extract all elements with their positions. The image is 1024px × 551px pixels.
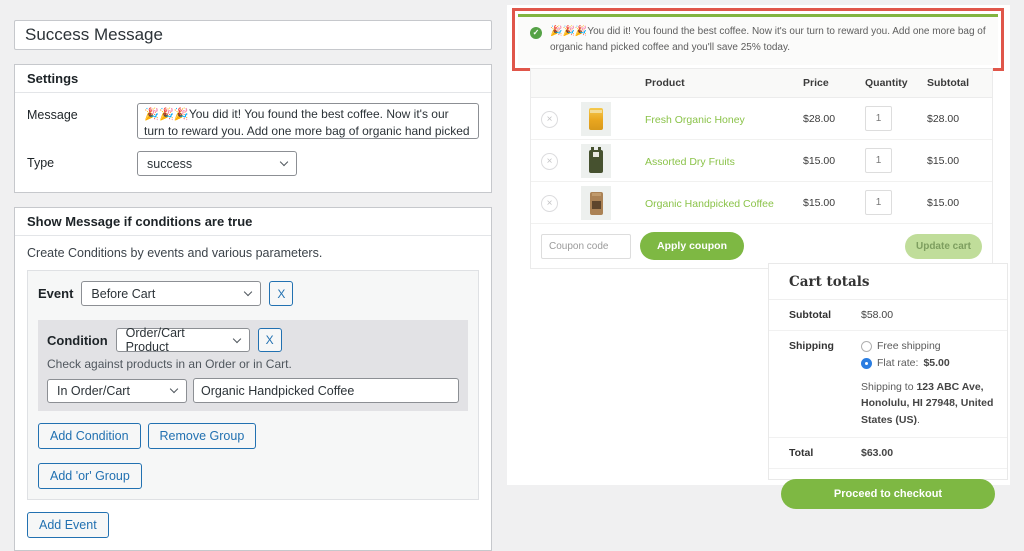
shipping-label: Shipping [789, 340, 861, 428]
type-label: Type [27, 151, 137, 176]
subtotal-row: Subtotal $58.00 [769, 300, 1007, 331]
item-price: $15.00 [777, 155, 855, 167]
message-textarea[interactable]: 🎉🎉🎉You did it! You found the best coffee… [137, 103, 479, 139]
subtotal-value: $58.00 [861, 309, 893, 321]
add-event-button[interactable]: Add Event [27, 512, 109, 538]
type-select[interactable]: success [137, 151, 297, 176]
dry-fruits-bag-image [589, 150, 603, 173]
cart-row-dry-fruits: × Assorted Dry Fruits $15.00 $15.00 [531, 140, 992, 182]
remove-condition-button[interactable]: X [258, 328, 282, 352]
cart-totals-title: Cart totals [769, 264, 1007, 300]
conditions-intro: Create Conditions by events and various … [27, 246, 479, 260]
cart-row-honey: × Fresh Organic Honey $28.00 $28.00 [531, 98, 992, 140]
flat-rate-label: Flat rate: [877, 357, 918, 369]
item-subtotal: $15.00 [919, 197, 992, 209]
product-thumbnail [581, 102, 611, 136]
column-header-quantity: Quantity [855, 69, 919, 97]
coffee-bag-image [590, 192, 603, 215]
shipping-address: Shipping to 123 ABC Ave, Honolulu, HI 27… [861, 379, 1011, 428]
product-thumbnail [581, 186, 611, 220]
product-thumbnail [581, 144, 611, 178]
total-value: $63.00 [861, 447, 893, 459]
remove-event-button[interactable]: X [269, 281, 293, 306]
chevron-down-icon [280, 158, 288, 166]
condition-select-value: Order/Cart Product [126, 326, 222, 354]
event-group: Event Before Cart X Condition Order/Cart… [27, 270, 479, 500]
check-circle-icon: ✓ [530, 27, 542, 39]
proceed-to-checkout-button[interactable]: Proceed to checkout [781, 479, 995, 509]
total-row: Total $63.00 [769, 438, 1007, 469]
remove-item-icon[interactable]: × [541, 195, 558, 212]
success-notice: ✓ 🎉🎉🎉You did it! You found the best coff… [518, 14, 998, 65]
event-select-value: Before Cart [91, 287, 155, 301]
add-condition-button[interactable]: Add Condition [38, 423, 141, 449]
coupon-row: Apply coupon Update cart [531, 224, 992, 268]
operator-select-value: In Order/Cart [57, 384, 130, 398]
settings-panel-header: Settings [15, 65, 491, 93]
free-shipping-option[interactable]: Free shipping [861, 340, 1011, 352]
flat-rate-value: $5.00 [923, 357, 949, 369]
remove-item-icon[interactable]: × [541, 153, 558, 170]
item-price: $15.00 [777, 197, 855, 209]
apply-coupon-button[interactable]: Apply coupon [640, 232, 744, 260]
shipping-to-text: Shipping to [861, 381, 914, 393]
remove-group-button[interactable]: Remove Group [148, 423, 257, 449]
quantity-input[interactable] [865, 190, 892, 215]
success-notice-text: 🎉🎉🎉You did it! You found the best coffee… [550, 24, 986, 56]
update-cart-button[interactable]: Update cart [905, 234, 982, 259]
product-link[interactable]: Fresh Organic Honey [645, 114, 745, 126]
add-or-group-button[interactable]: Add 'or' Group [38, 463, 142, 489]
total-label: Total [789, 447, 861, 459]
event-label: Event [38, 286, 73, 301]
coupon-code-input[interactable] [541, 234, 631, 259]
cart-table-header: Product Price Quantity Subtotal [531, 69, 992, 98]
column-header-product: Product [625, 69, 777, 97]
item-price: $28.00 [777, 113, 855, 125]
condition-help-text: Check against products in an Order or in… [47, 357, 459, 371]
remove-item-icon[interactable]: × [541, 111, 558, 128]
item-subtotal: $15.00 [919, 155, 992, 167]
annotation-highlight-box: ✓ 🎉🎉🎉You did it! You found the best coff… [512, 8, 1004, 71]
condition-label: Condition [47, 333, 108, 348]
event-select[interactable]: Before Cart [81, 281, 261, 306]
condition-select[interactable]: Order/Cart Product [116, 328, 250, 352]
condition-product-input[interactable] [193, 378, 459, 403]
chevron-down-icon [232, 334, 240, 342]
message-title-input[interactable] [14, 20, 492, 50]
cart-totals-panel: Cart totals Subtotal $58.00 Shipping Fre… [768, 263, 1008, 480]
address-period: . [917, 414, 920, 426]
cart-row-coffee: × Organic Handpicked Coffee $15.00 $15.0… [531, 182, 992, 224]
honey-jar-image [589, 108, 603, 130]
quantity-input[interactable] [865, 148, 892, 173]
cart-preview: ✓ 🎉🎉🎉You did it! You found the best coff… [507, 5, 1010, 485]
quantity-input[interactable] [865, 106, 892, 131]
chevron-down-icon [244, 288, 252, 296]
condition-group: Condition Order/Cart Product X Check aga… [38, 320, 468, 411]
settings-panel: Settings Message 🎉🎉🎉You did it! You foun… [14, 64, 492, 193]
message-editor: Settings Message 🎉🎉🎉You did it! You foun… [14, 20, 492, 551]
message-label: Message [27, 103, 137, 139]
subtotal-label: Subtotal [789, 309, 861, 321]
conditions-panel-header: Show Message if conditions are true [15, 208, 491, 236]
cart-table: Product Price Quantity Subtotal × Fresh … [530, 68, 993, 269]
radio-selected-icon[interactable] [861, 358, 872, 369]
product-link[interactable]: Organic Handpicked Coffee [645, 198, 774, 210]
item-subtotal: $28.00 [919, 113, 992, 125]
flat-rate-option[interactable]: Flat rate: $5.00 [861, 357, 1011, 369]
column-header-price: Price [777, 69, 855, 97]
column-header-subtotal: Subtotal [919, 69, 992, 97]
product-link[interactable]: Assorted Dry Fruits [645, 156, 735, 168]
radio-unselected-icon[interactable] [861, 341, 872, 352]
chevron-down-icon [170, 385, 178, 393]
operator-select[interactable]: In Order/Cart [47, 379, 187, 403]
shipping-row: Shipping Free shipping Flat rate: $5.00 … [769, 331, 1007, 438]
type-select-value: success [147, 157, 192, 171]
free-shipping-label: Free shipping [877, 340, 941, 352]
conditions-panel: Show Message if conditions are true Crea… [14, 207, 492, 551]
